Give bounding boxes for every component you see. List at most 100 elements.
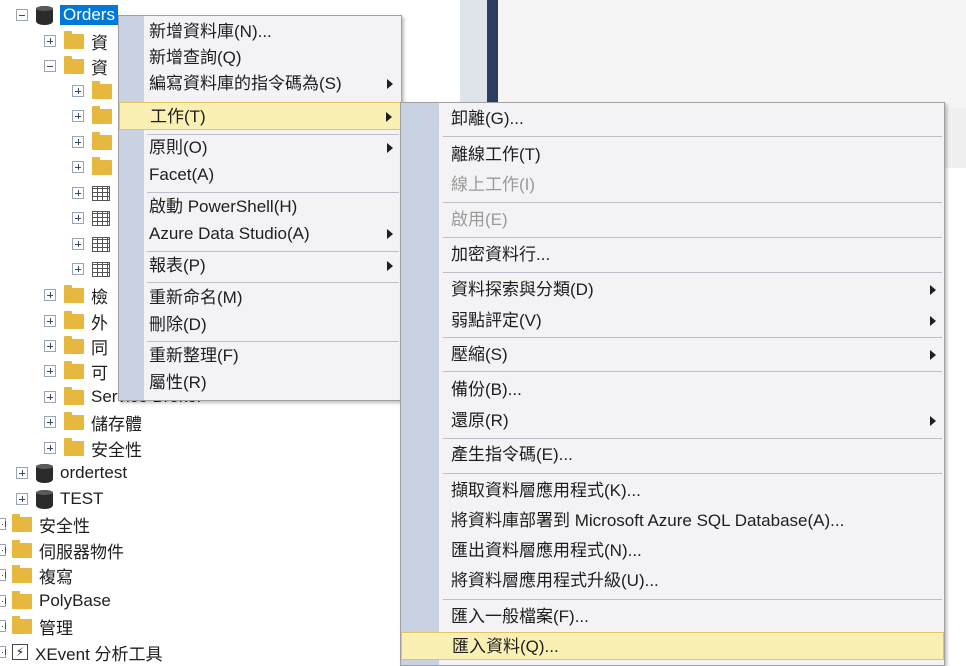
menu-item-data-discovery[interactable]: 資料探索與分類(D) bbox=[401, 276, 944, 304]
submenu-arrow-icon bbox=[386, 112, 392, 122]
menu-item-label: 編寫資料庫的指令碼為(S) bbox=[149, 74, 342, 93]
menu-item-vulnerability-assessment[interactable]: 弱點評定(V) bbox=[401, 307, 944, 335]
collapse-icon[interactable] bbox=[16, 9, 28, 21]
menu-item-label: 將資料庫部署到 Microsoft Azure SQL Database(A).… bbox=[451, 511, 845, 530]
expand-icon[interactable] bbox=[72, 238, 84, 250]
menu-item-rename[interactable]: 重新命名(M) bbox=[119, 284, 401, 312]
expand-icon[interactable] bbox=[44, 315, 56, 327]
menu-item-script-database-as[interactable]: 編寫資料庫的指令碼為(S) bbox=[119, 70, 401, 98]
tree-node[interactable]: 同 bbox=[44, 334, 108, 358]
submenu-arrow-icon bbox=[930, 285, 936, 295]
menu-item-new-database[interactable]: 新增資料庫(N)... bbox=[119, 18, 401, 46]
tree-node-replication[interactable]: 複寫 bbox=[0, 563, 73, 587]
menu-item-label: 擷取資料層應用程式(K)... bbox=[451, 481, 641, 500]
menu-item-label: 弱點評定(V) bbox=[451, 311, 542, 330]
expand-icon[interactable] bbox=[44, 416, 56, 428]
expand-icon[interactable] bbox=[44, 35, 56, 47]
expand-icon[interactable] bbox=[72, 136, 84, 148]
tree-node-polybase[interactable]: PolyBase bbox=[0, 589, 111, 613]
tree-node[interactable]: 檢 bbox=[44, 283, 108, 307]
menu-item-encrypt-columns[interactable]: 加密資料行... bbox=[401, 241, 944, 269]
collapse-icon[interactable] bbox=[44, 60, 56, 72]
folder-icon bbox=[12, 539, 32, 558]
tree-node[interactable] bbox=[72, 257, 117, 281]
menu-item-start-powershell[interactable]: 啟動 PowerShell(H) bbox=[119, 193, 401, 221]
tree-node-label: 儲存體 bbox=[91, 414, 142, 434]
tree-node-storage[interactable]: 儲存體 bbox=[44, 410, 142, 434]
folder-icon bbox=[64, 437, 84, 456]
tree-node[interactable] bbox=[72, 232, 117, 256]
expand-icon[interactable] bbox=[44, 391, 56, 403]
menu-separator bbox=[443, 237, 942, 238]
tree-node[interactable] bbox=[72, 79, 119, 103]
menu-item-detach[interactable]: 卸離(G)... bbox=[401, 105, 944, 133]
tree-node[interactable]: 可 bbox=[44, 359, 108, 383]
menu-item-import-data[interactable]: 匯入資料(Q)... bbox=[401, 632, 944, 660]
tree-node-label: 安全性 bbox=[91, 440, 142, 460]
submenu-arrow-icon bbox=[930, 416, 936, 426]
menu-item-deploy-to-azure[interactable]: 將資料庫部署到 Microsoft Azure SQL Database(A).… bbox=[401, 507, 944, 535]
expand-icon[interactable] bbox=[72, 212, 84, 224]
tree-node-ordertest[interactable]: ordertest bbox=[16, 461, 127, 485]
table-icon bbox=[92, 236, 110, 252]
menu-item-restore[interactable]: 還原(R) bbox=[401, 407, 944, 435]
expand-icon[interactable] bbox=[44, 340, 56, 352]
tree-node-orders[interactable]: Orders bbox=[16, 3, 118, 27]
menu-item-properties[interactable]: 屬性(R) bbox=[119, 369, 401, 397]
menu-item-generate-scripts[interactable]: 產生指令碼(E)... bbox=[401, 441, 944, 469]
expand-icon[interactable] bbox=[16, 493, 28, 505]
expand-icon[interactable] bbox=[0, 518, 6, 530]
menu-item-tasks[interactable]: 工作(T) bbox=[119, 102, 401, 130]
menu-item-policies[interactable]: 原則(O) bbox=[119, 134, 401, 162]
tree-node-management[interactable]: 管理 bbox=[0, 614, 73, 638]
menu-item-new-query[interactable]: 新增查詢(Q) bbox=[119, 44, 401, 72]
tree-node[interactable] bbox=[72, 130, 119, 154]
menu-separator bbox=[443, 136, 942, 137]
menu-item-label: Azure Data Studio(A) bbox=[149, 224, 310, 243]
menu-item-export-data-tier-app[interactable]: 匯出資料層應用程式(N)... bbox=[401, 537, 944, 565]
expand-icon[interactable] bbox=[0, 620, 6, 632]
expand-icon[interactable] bbox=[72, 187, 84, 199]
tree-node[interactable]: 資 bbox=[44, 54, 108, 78]
menu-item-reports[interactable]: 報表(P) bbox=[119, 252, 401, 280]
expand-icon[interactable] bbox=[16, 467, 28, 479]
expand-icon[interactable] bbox=[44, 365, 56, 377]
folder-icon bbox=[92, 105, 112, 124]
menu-item-refresh[interactable]: 重新整理(F) bbox=[119, 342, 401, 370]
menu-item-backup[interactable]: 備份(B)... bbox=[401, 376, 944, 404]
tree-node-security[interactable]: 安全性 bbox=[0, 512, 90, 536]
splitter-bar[interactable] bbox=[487, 0, 498, 108]
database-icon bbox=[36, 489, 53, 509]
expand-icon[interactable] bbox=[72, 110, 84, 122]
menu-item-import-flat-file[interactable]: 匯入一般檔案(F)... bbox=[401, 603, 944, 631]
expand-icon[interactable] bbox=[44, 289, 56, 301]
tree-node[interactable] bbox=[72, 155, 119, 179]
tree-node-xevent[interactable]: ⚡ XEvent 分析工具 bbox=[0, 640, 163, 664]
expand-icon[interactable] bbox=[0, 544, 6, 556]
menu-item-facets[interactable]: Facet(A) bbox=[119, 161, 401, 189]
expand-icon[interactable] bbox=[44, 442, 56, 454]
menu-item-azure-data-studio[interactable]: Azure Data Studio(A) bbox=[119, 220, 401, 248]
expand-icon[interactable] bbox=[0, 646, 6, 658]
expand-icon[interactable] bbox=[72, 85, 84, 97]
tree-node-db-security[interactable]: 安全性 bbox=[44, 436, 142, 460]
tree-node-server-objects[interactable]: 伺服器物件 bbox=[0, 538, 124, 562]
menu-item-compress[interactable]: 壓縮(S) bbox=[401, 341, 944, 369]
tree-node[interactable] bbox=[72, 104, 119, 128]
tree-node[interactable] bbox=[72, 181, 117, 205]
menu-item-extract-data-tier-app[interactable]: 擷取資料層應用程式(K)... bbox=[401, 477, 944, 505]
tree-node-label: 外 bbox=[91, 313, 108, 333]
expand-icon[interactable] bbox=[0, 569, 6, 581]
tree-node[interactable] bbox=[72, 206, 117, 230]
submenu-arrow-icon bbox=[387, 229, 393, 239]
menu-item-take-offline[interactable]: 離線工作(T) bbox=[401, 141, 944, 169]
menu-separator bbox=[147, 282, 399, 283]
tree-node[interactable]: 資 bbox=[44, 29, 108, 53]
tree-node[interactable]: 外 bbox=[44, 309, 108, 333]
expand-icon[interactable] bbox=[72, 161, 84, 173]
tree-node-test[interactable]: TEST bbox=[16, 487, 103, 511]
menu-item-delete[interactable]: 刪除(D) bbox=[119, 311, 401, 339]
menu-item-upgrade-data-tier-app[interactable]: 將資料層應用程式升級(U)... bbox=[401, 567, 944, 595]
expand-icon[interactable] bbox=[0, 595, 6, 607]
expand-icon[interactable] bbox=[72, 263, 84, 275]
